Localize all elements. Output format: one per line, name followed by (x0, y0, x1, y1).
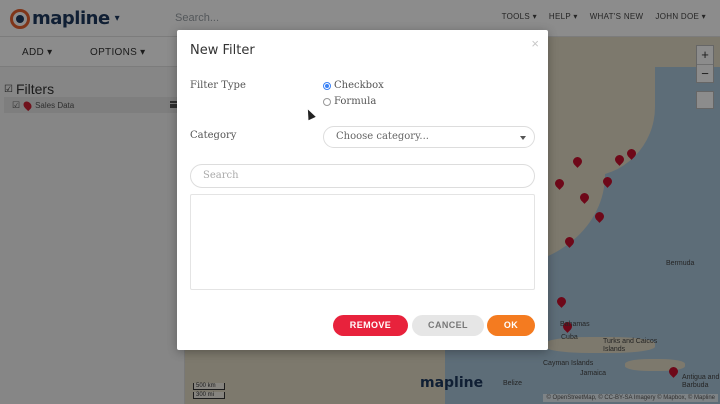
search-input[interactable]: Search (190, 164, 535, 188)
radio-formula-option[interactable]: Formula (323, 96, 376, 107)
category-select-value: Choose category... (336, 131, 429, 142)
dialog-title: New Filter (190, 43, 255, 58)
new-filter-dialog: New Filter × Filter Type Checkbox Formul… (177, 30, 548, 350)
chevron-down-icon (520, 136, 526, 140)
cancel-button[interactable]: CANCEL (412, 315, 484, 336)
category-values-list[interactable] (190, 194, 535, 290)
remove-button[interactable]: REMOVE (333, 315, 408, 336)
radio-checkbox-option[interactable]: Checkbox (323, 80, 384, 91)
radio-checkbox[interactable] (323, 81, 331, 90)
ok-button[interactable]: OK (487, 315, 535, 336)
radio-formula[interactable] (323, 97, 331, 106)
close-icon[interactable]: × (531, 36, 539, 51)
filter-type-label: Filter Type (190, 80, 246, 91)
category-select[interactable]: Choose category... (323, 126, 535, 148)
category-label: Category (190, 130, 237, 141)
radio-checkbox-label: Checkbox (334, 80, 384, 91)
radio-formula-label: Formula (334, 96, 377, 107)
